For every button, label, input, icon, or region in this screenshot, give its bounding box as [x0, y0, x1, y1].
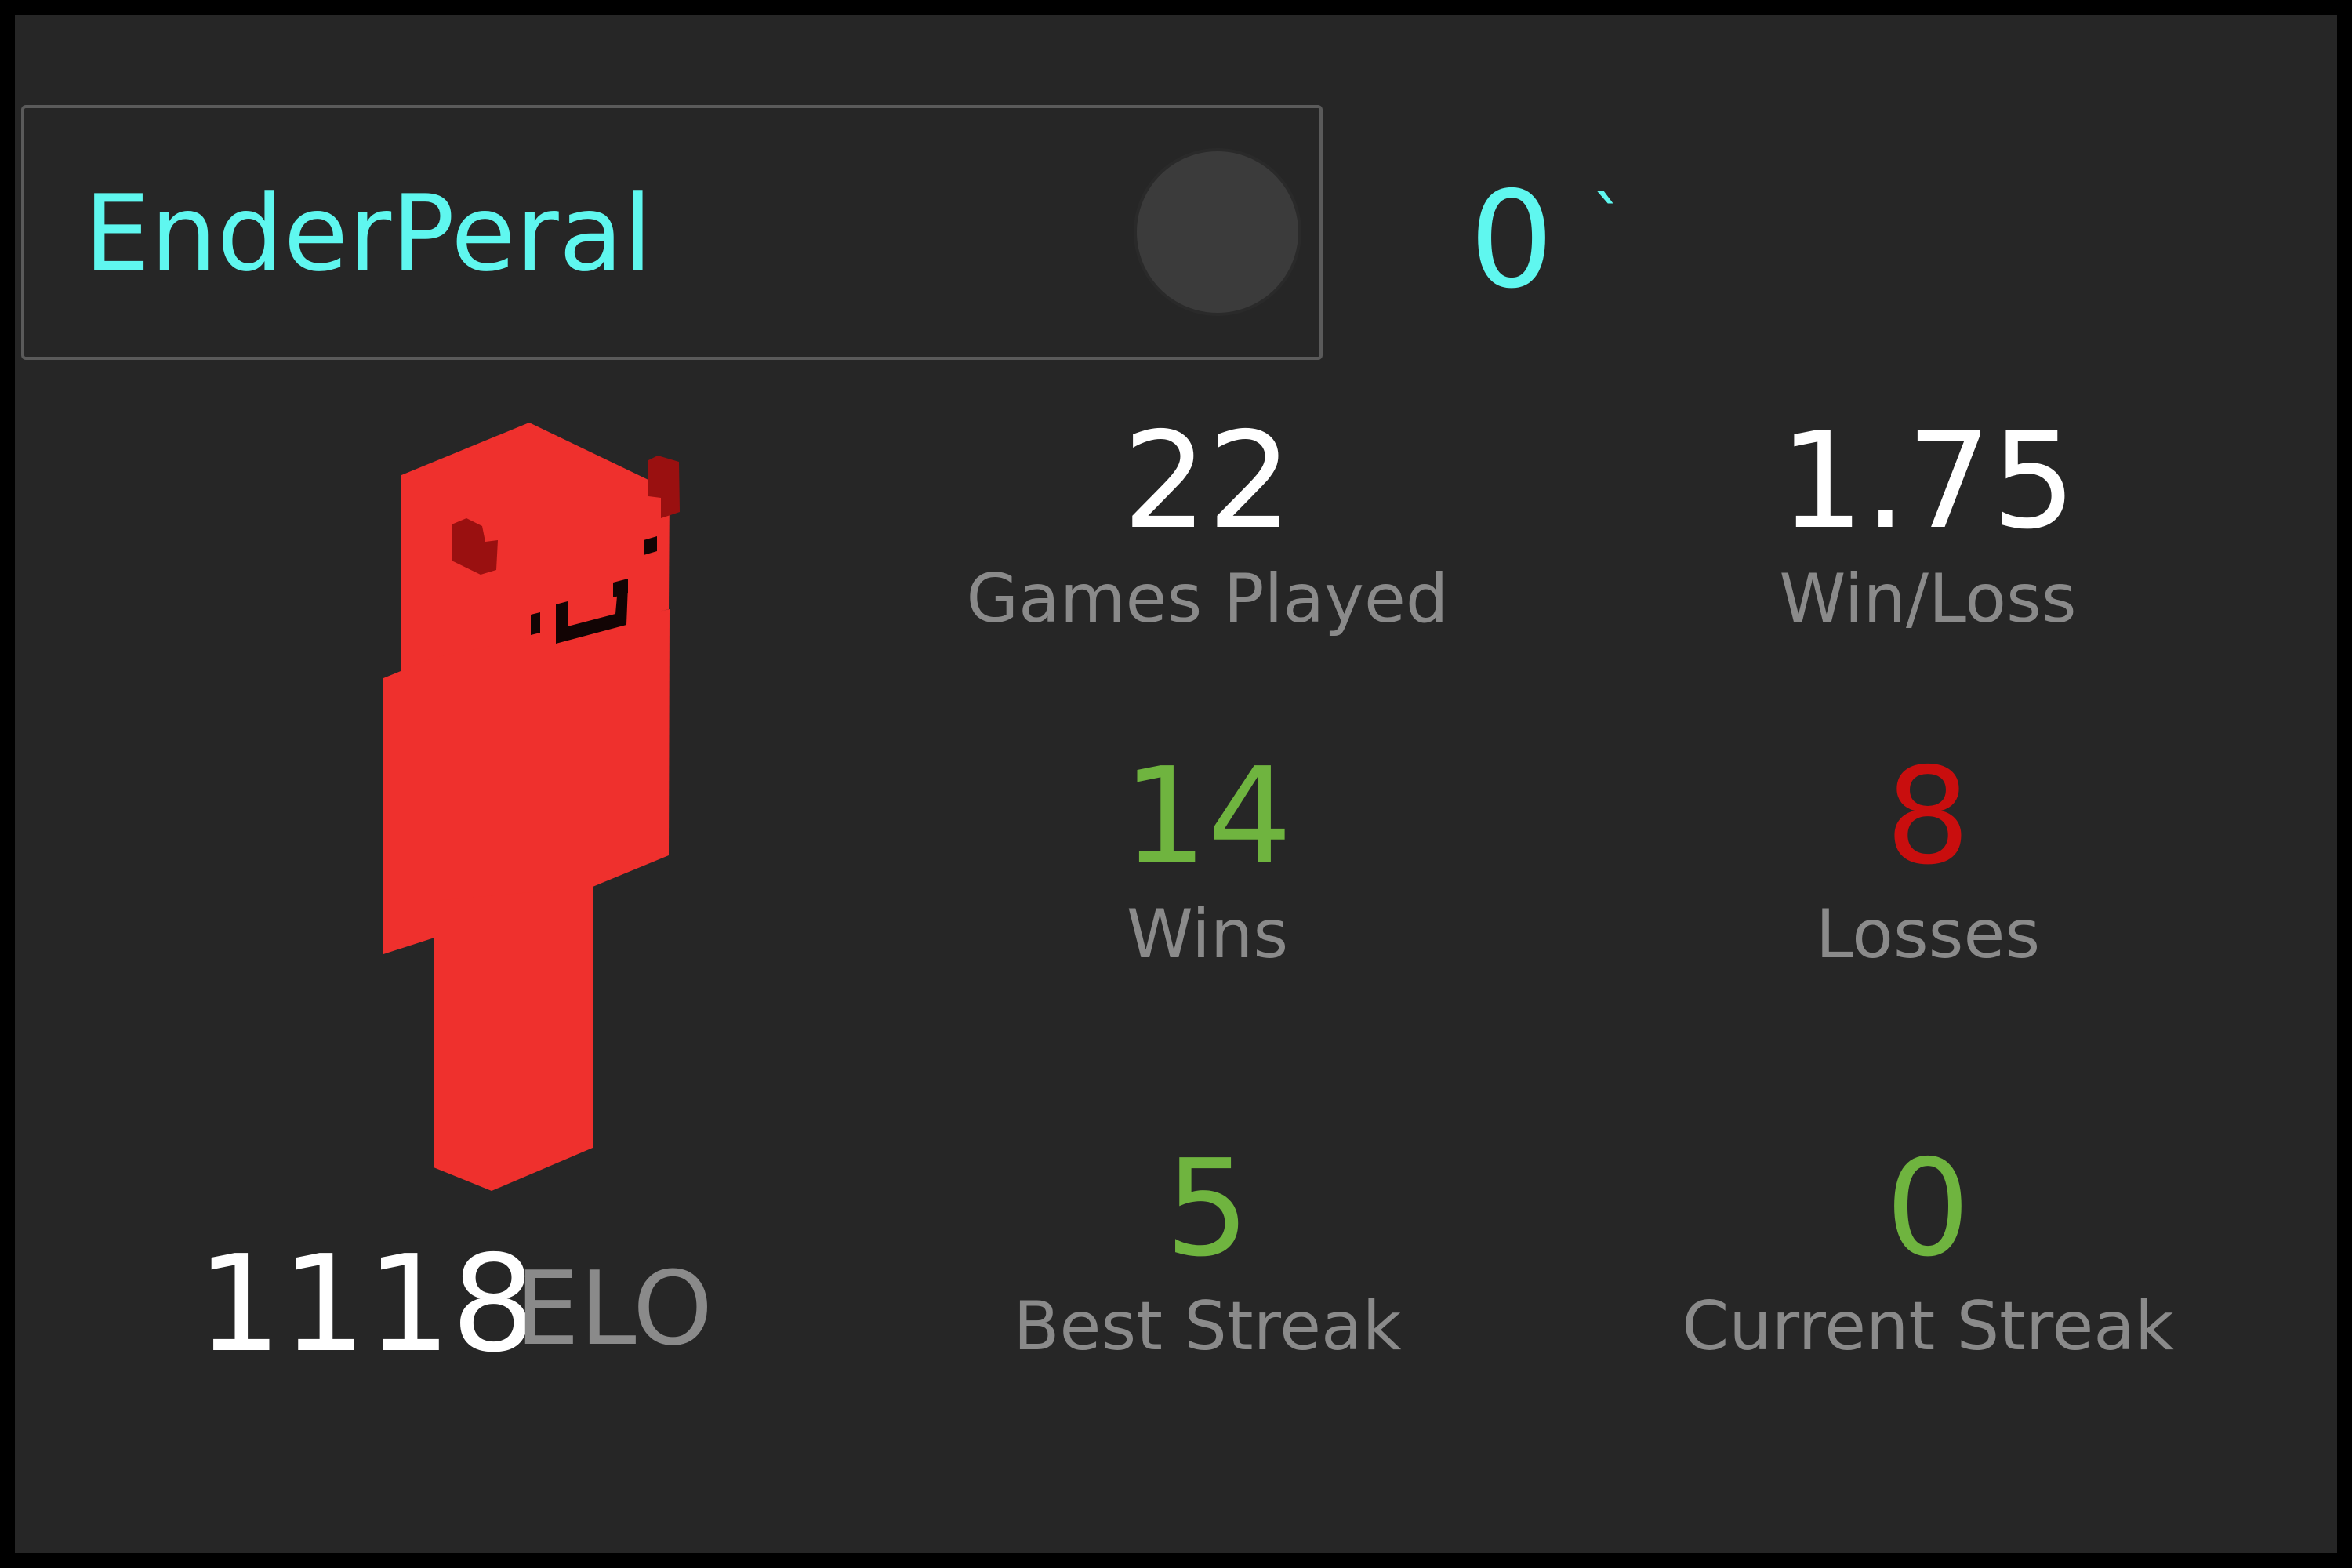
- stat-best-streak: 5 Best Streak: [909, 1134, 1505, 1370]
- current-streak-label: Current Streak: [1682, 1287, 2174, 1366]
- best-streak-label: Best Streak: [1013, 1287, 1402, 1366]
- games-played-label: Games Played: [966, 560, 1449, 638]
- elo-value: 1118: [197, 1227, 536, 1382]
- player-name-box: EnderPeral: [21, 105, 1323, 360]
- player-skin-icon: [383, 423, 680, 1191]
- header-mark: `: [1591, 182, 1626, 264]
- best-streak-value: 5: [1164, 1131, 1250, 1287]
- stat-current-streak: 0 Current Streak: [1630, 1134, 2226, 1370]
- current-streak-value: 0: [1885, 1131, 1971, 1287]
- player-name: EnderPeral: [84, 172, 653, 295]
- skin-legs: [434, 887, 593, 1191]
- stat-games-played: 22 Games Played: [909, 407, 1505, 642]
- win-loss-value: 1.75: [1779, 404, 2077, 559]
- stat-wins: 14 Wins: [909, 742, 1505, 978]
- elo-unit: ELO: [515, 1249, 713, 1368]
- skin-mark-3: [531, 612, 540, 635]
- wins-label: Wins: [1126, 895, 1289, 974]
- win-loss-label: Win/Loss: [1779, 560, 2077, 638]
- stat-losses: 8 Losses: [1630, 742, 2226, 978]
- wins-value: 14: [1122, 739, 1293, 895]
- player-stats-card: EnderPeral 0 ` 1118 ELO 22 Games Played …: [15, 15, 2337, 1553]
- losses-value: 8: [1885, 739, 1971, 895]
- stat-win-loss: 1.75 Win/Loss: [1630, 407, 2226, 642]
- avatar-circle-icon: [1134, 148, 1301, 316]
- losses-label: Losses: [1815, 895, 2041, 974]
- header-count: 0: [1469, 163, 1555, 318]
- games-played-value: 22: [1122, 404, 1293, 559]
